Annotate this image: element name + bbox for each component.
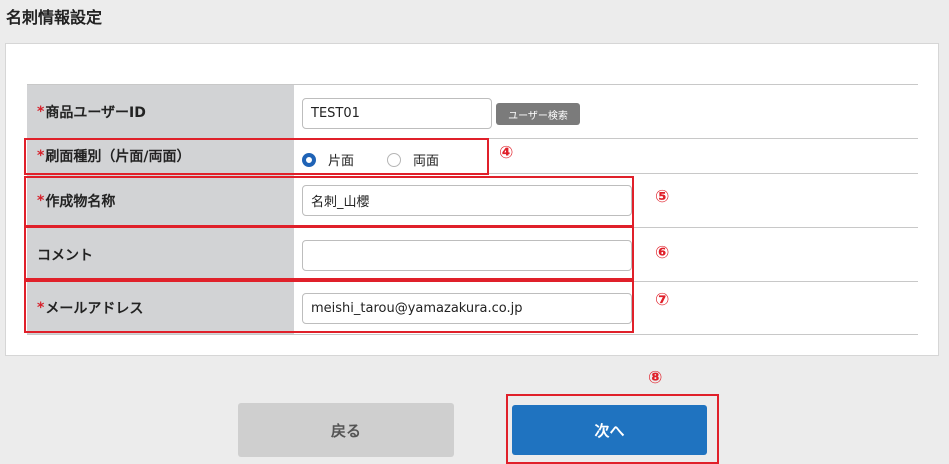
label-text: 商品ユーザーID — [45, 104, 146, 121]
annotation-number-4: ④ — [499, 143, 514, 163]
annotation-number-7: ⑦ — [655, 290, 670, 310]
annotation-number-6: ⑥ — [655, 243, 670, 263]
value-cell: TEST01 ユーザー検索 — [294, 85, 918, 138]
user-search-button[interactable]: ユーザー検索 — [496, 103, 580, 125]
product-user-id-value: TEST01 — [311, 106, 360, 121]
annotation-number-5: ⑤ — [655, 187, 670, 207]
annotation-box-5 — [24, 176, 634, 227]
product-user-id-input[interactable]: TEST01 — [302, 98, 492, 129]
annotation-box-6 — [24, 226, 634, 280]
annotation-box-7 — [24, 280, 634, 333]
annotation-number-8: ⑧ — [648, 368, 663, 388]
page-title: 名刺情報設定 — [6, 8, 103, 27]
row-product-user-id: * 商品ユーザーID TEST01 ユーザー検索 — [27, 84, 918, 138]
back-button[interactable]: 戻る — [238, 403, 454, 457]
required-mark: * — [37, 103, 45, 120]
annotation-box-4 — [24, 138, 489, 175]
next-button[interactable]: 次へ — [512, 405, 707, 455]
label-product-user-id: * 商品ユーザーID — [27, 85, 294, 138]
